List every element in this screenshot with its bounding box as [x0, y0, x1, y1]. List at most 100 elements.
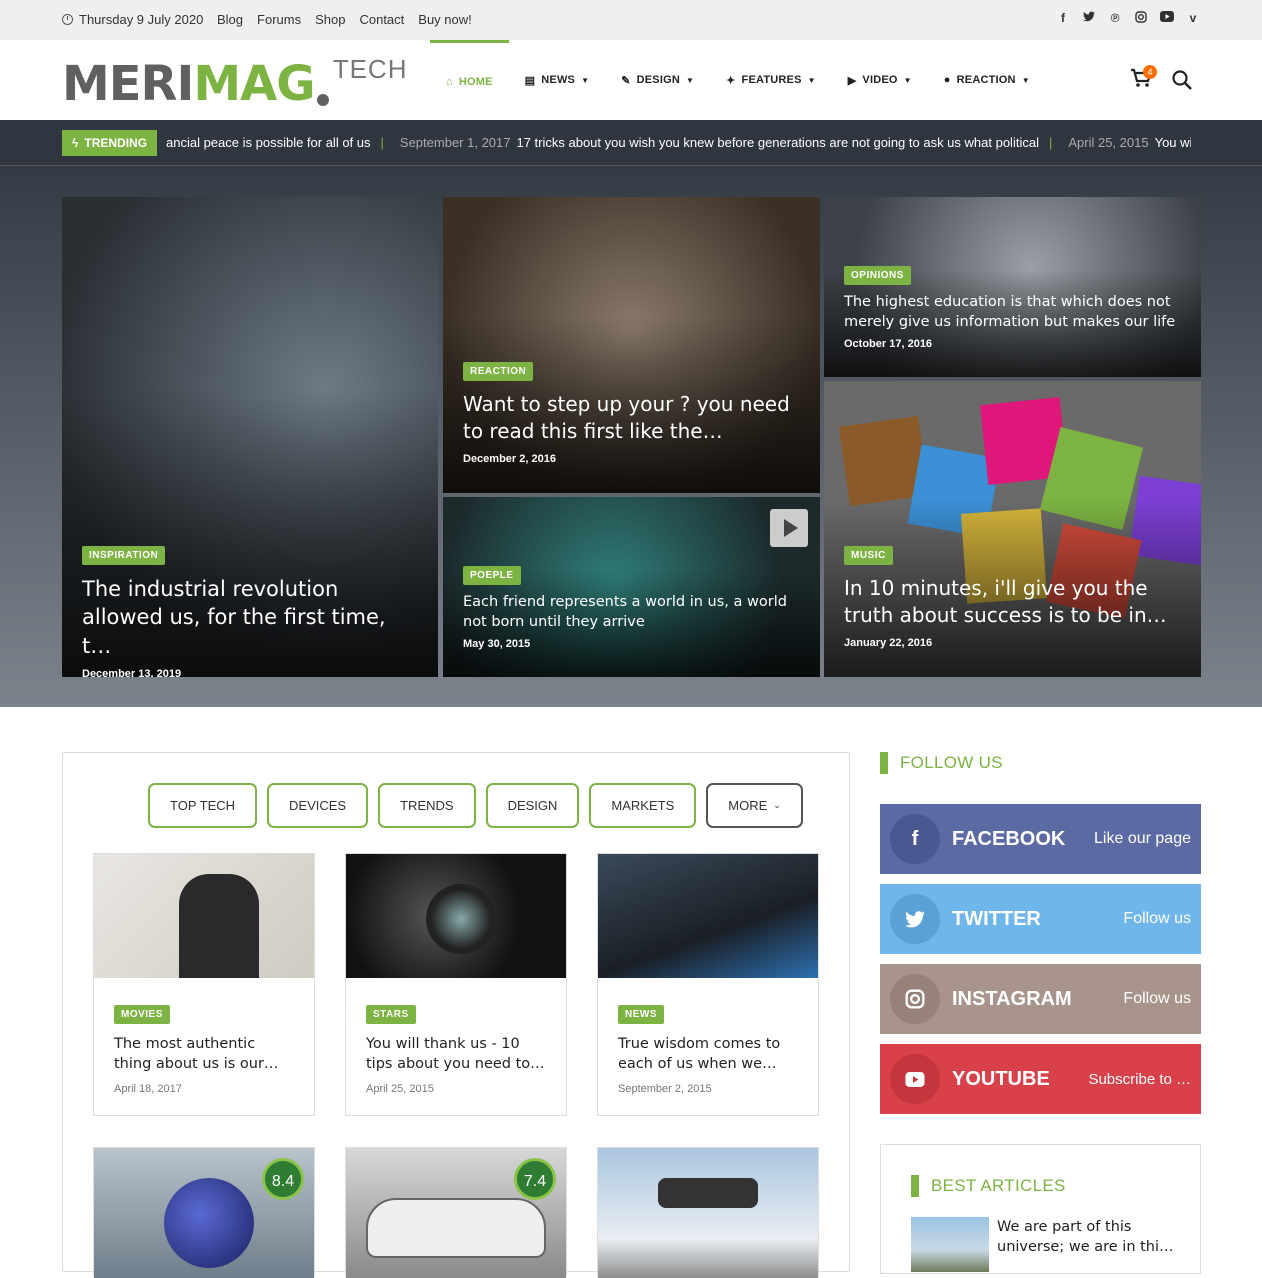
trending-item[interactable]: You wi — [1155, 135, 1191, 150]
comments-icon: ● — [943, 74, 951, 86]
cart-button[interactable]: 4 — [1130, 65, 1157, 90]
tab-devices[interactable]: DEVICES — [267, 783, 369, 828]
hero-title[interactable]: The highest education is that which does… — [844, 293, 1181, 332]
twitter-follow-button[interactable]: TWITTER Follow us — [880, 884, 1201, 954]
twitter-icon[interactable] — [1082, 11, 1096, 26]
post-title[interactable]: The most authentic thing about us is our… — [114, 1034, 294, 1075]
hero-card-5[interactable]: MUSIC In 10 minutes, i'll give you the t… — [824, 381, 1201, 677]
post-thumbnail[interactable] — [94, 854, 314, 978]
best-articles-heading: BEST ARTICLES — [911, 1175, 1066, 1197]
category-tag[interactable]: NEWS — [618, 1005, 664, 1024]
nav-reaction[interactable]: ● REACTION ▼ — [928, 40, 1046, 120]
post-thumbnail[interactable]: 8.4 — [94, 1148, 314, 1278]
site-logo[interactable]: MERI MAG TECH — [62, 54, 407, 112]
hero-title[interactable]: The industrial revolution allowed us, fo… — [82, 575, 418, 660]
tab-top-tech[interactable]: TOP TECH — [148, 783, 258, 828]
post-date: October 17, 2016 — [844, 338, 933, 351]
nav-video[interactable]: ▶ VIDEO ▼ — [832, 40, 928, 120]
post-thumbnail[interactable] — [598, 1148, 818, 1278]
link-contact[interactable]: Contact — [359, 12, 404, 27]
brush-icon: ✎ — [621, 74, 631, 87]
hero-title[interactable]: Want to step up your ? you need to read … — [463, 391, 800, 445]
category-tag[interactable]: OPINIONS — [844, 266, 911, 285]
tab-trends[interactable]: TRENDS — [378, 783, 476, 828]
post-thumbnail[interactable]: 7.4 — [346, 1148, 566, 1278]
top-links: Blog Forums Shop Contact Buy now! — [217, 12, 472, 27]
instagram-icon — [890, 974, 940, 1024]
category-tabs: TOP TECH DEVICES TRENDS DESIGN MARKETS M… — [148, 783, 803, 828]
post-card[interactable] — [597, 1147, 819, 1278]
post-title[interactable]: True wisdom comes to each of us when we… — [618, 1034, 798, 1075]
nav-features[interactable]: ✦ FEATURES ▼ — [710, 40, 832, 120]
trending-date: April 25, 2015 — [1068, 135, 1149, 150]
tab-more[interactable]: MORE ⌄ — [706, 783, 803, 828]
post-thumbnail[interactable] — [598, 854, 818, 978]
instagram-icon[interactable] — [1134, 11, 1148, 26]
search-button[interactable] — [1172, 70, 1192, 90]
posts-block: TOP TECH DEVICES TRENDS DESIGN MARKETS M… — [62, 752, 850, 1278]
chevron-down-icon: ▼ — [686, 75, 695, 85]
category-tag[interactable]: MOVIES — [114, 1005, 170, 1024]
article-thumbnail[interactable] — [911, 1217, 989, 1272]
post-date: September 2, 2015 — [618, 1082, 712, 1095]
chevron-down-icon: ▼ — [903, 75, 912, 85]
post-thumbnail[interactable] — [346, 854, 566, 978]
hero-card-3[interactable]: OPINIONS The highest education is that w… — [824, 197, 1201, 377]
trending-item[interactable]: ancial peace is possible for all of us — [166, 135, 371, 150]
newspaper-icon: ▤ — [524, 74, 536, 87]
link-buy-now[interactable]: Buy now! — [418, 12, 471, 27]
category-tag[interactable]: INSPIRATION — [82, 546, 166, 565]
drone-shape — [658, 1178, 758, 1208]
post-card[interactable]: 7.4 — [345, 1147, 567, 1278]
youtube-icon[interactable] — [1160, 11, 1174, 26]
category-tag[interactable]: REACTION — [463, 362, 534, 381]
nav-design[interactable]: ✎ DESIGN ▼ — [605, 40, 710, 120]
pinterest-icon[interactable]: ℗ — [1108, 11, 1122, 26]
home-icon: ⌂ — [446, 75, 453, 88]
post-card[interactable]: STARS You will thank us - 10 tips about … — [345, 853, 567, 1116]
review-score-badge: 7.4 — [514, 1158, 556, 1200]
hero-card-2[interactable]: REACTION Want to step up your ? you need… — [443, 197, 820, 493]
hero-title[interactable]: Each friend represents a world in us, a … — [463, 593, 800, 632]
tab-markets[interactable]: MARKETS — [589, 783, 697, 828]
link-forums[interactable]: Forums — [257, 12, 301, 27]
chevron-down-icon: ▼ — [581, 75, 590, 85]
tab-design[interactable]: DESIGN — [485, 783, 580, 828]
category-tag[interactable]: MUSIC — [844, 546, 893, 565]
play-video-button[interactable] — [770, 509, 808, 547]
chevron-down-icon: ▼ — [1021, 75, 1030, 85]
post-date: January 22, 2016 — [844, 637, 933, 649]
review-score-badge: 8.4 — [262, 1158, 304, 1200]
post-title[interactable]: You will thank us - 10 tips about you ne… — [366, 1034, 546, 1075]
trending-label: ϟ TRENDING — [62, 130, 158, 156]
nav-home[interactable]: ⌂ HOME — [430, 40, 509, 120]
facebook-follow-button[interactable]: f FACEBOOK Like our page — [880, 804, 1201, 874]
post-card[interactable]: MOVIES The most authentic thing about us… — [93, 853, 315, 1116]
follow-us-heading: FOLLOW US — [880, 752, 1003, 774]
hero-card-4[interactable]: POEPLE Each friend represents a world in… — [443, 497, 820, 677]
post-card[interactable]: NEWS True wisdom comes to each of us whe… — [597, 853, 819, 1116]
link-blog[interactable]: Blog — [217, 12, 243, 27]
hero-card-1[interactable]: INSPIRATION The industrial revolution al… — [62, 197, 438, 677]
facebook-icon: f — [890, 814, 940, 864]
category-tag[interactable]: STARS — [366, 1005, 416, 1024]
trending-bar: ϟ TRENDING ancial peace is possible for a… — [0, 120, 1262, 166]
vimeo-icon[interactable]: v — [1186, 11, 1200, 26]
chevron-down-icon: ▼ — [807, 75, 816, 85]
instagram-follow-button[interactable]: INSTAGRAM Follow us — [880, 964, 1201, 1034]
post-card[interactable]: 8.4 — [93, 1147, 315, 1278]
twitter-icon — [890, 894, 940, 944]
facebook-icon[interactable]: f — [1056, 11, 1070, 26]
link-shop[interactable]: Shop — [315, 12, 345, 27]
article-title[interactable]: We are part of this universe; we are in … — [997, 1217, 1177, 1258]
trending-item[interactable]: 17 tricks about you wish you knew before… — [516, 135, 1038, 150]
top-bar: Thursday 9 July 2020 Blog Forums Shop Co… — [0, 0, 1262, 40]
hero-title[interactable]: In 10 minutes, i'll give you the truth a… — [844, 575, 1181, 629]
post-date: May 30, 2015 — [463, 638, 531, 651]
category-tag[interactable]: POEPLE — [463, 566, 521, 585]
hero-section: INSPIRATION The industrial revolution al… — [0, 166, 1262, 707]
nav-news[interactable]: ▤ NEWS ▼ — [509, 40, 606, 120]
trending-ticker: ancial peace is possible for all of us | S… — [166, 135, 1191, 150]
trending-date: September 1, 2017 — [399, 135, 511, 150]
youtube-follow-button[interactable]: YOUTUBE Subscribe to … — [880, 1044, 1201, 1114]
